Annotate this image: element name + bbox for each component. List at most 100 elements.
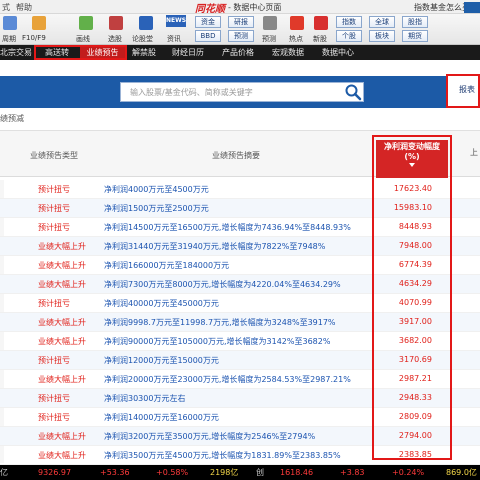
forecast-summary[interactable]: 净利润166000万元至184000万元 — [104, 260, 229, 271]
forecast-summary[interactable]: 净利润40000万元至45000万元 — [104, 298, 219, 309]
forecast-type: 预计扭亏 — [38, 204, 70, 213]
forum-icon[interactable] — [139, 16, 153, 30]
toolbar-stock-index[interactable]: 股指 — [402, 16, 428, 28]
forecast-summary[interactable]: 净利润4000万元至4500万元 — [104, 184, 209, 195]
search-input[interactable]: 输入股票/基金代码、简称或关键字 — [120, 82, 364, 102]
forecast-summary[interactable]: 净利润31440万元至31940万元,增长幅度为7822%至7948% — [104, 241, 325, 252]
stock-picker-icon[interactable] — [109, 16, 123, 30]
index2-value[interactable]: 1618.46 — [280, 465, 313, 480]
table-row[interactable]: 预计扭亏 净利润14500万元至16500万元,增长幅度为7436.94%至844… — [0, 218, 480, 237]
window-title: - 数据中心页面 — [228, 3, 282, 12]
menu-item-style[interactable]: 式 — [2, 2, 10, 13]
forecast-summary[interactable]: 净利润14500万元至16500万元,增长幅度为7436.94%至8448.93… — [104, 222, 351, 233]
net-profit-change: 3170.69 — [398, 355, 432, 364]
table-row[interactable]: 业绩大幅上升 净利润3200万元至3500万元,增长幅度为2546%至2794% 2… — [0, 427, 480, 446]
tab-unlock[interactable]: 解禁股 — [128, 45, 160, 60]
toolbar-f10[interactable]: F10/F9 — [22, 34, 46, 42]
toolbar-capital[interactable]: 资金 — [195, 16, 221, 28]
table-row[interactable]: 业绩大幅上升 净利润7300万元至8000万元,增长幅度为4220.04%至463… — [0, 275, 480, 294]
toolbar-draw[interactable]: 画线 — [76, 34, 90, 44]
title-bar: 式 帮助 同花顺 - 数据中心页面 指数基金怎么买? — [0, 0, 480, 15]
toolbar-new[interactable]: 新股 — [313, 34, 327, 44]
table-row[interactable]: 业绩大幅上升 净利润20000万元至23000万元,增长幅度为2584.53%至2… — [0, 370, 480, 389]
search-icon[interactable] — [344, 83, 362, 101]
menu-item-help[interactable]: 帮助 — [16, 2, 32, 13]
forecast-summary[interactable]: 净利润7300万元至8000万元,增长幅度为4220.04%至4634.29% — [104, 279, 341, 290]
header-summary[interactable]: 业绩预告摘要 — [212, 150, 260, 161]
forecast-type: 业绩大幅上升 — [38, 242, 86, 251]
sort-desc-icon — [409, 163, 415, 167]
table-row[interactable]: 预计扭亏 净利润4000万元至4500万元 17623.40 — [0, 180, 480, 199]
table-row[interactable]: 业绩大幅上升 净利润3500万元至4500万元,增长幅度为1831.89%至238… — [0, 446, 480, 465]
index1-value[interactable]: 9326.97 — [38, 465, 71, 480]
table-row[interactable]: 预计扭亏 净利润12000万元至15000万元 3170.69 — [0, 351, 480, 370]
header-extra[interactable]: 上 — [470, 147, 478, 158]
status-left: 亿 — [0, 468, 8, 477]
toolbar-index[interactable]: 指数 — [336, 16, 362, 28]
table-row[interactable]: 业绩大幅上升 净利润90000万元至105000万元,增长幅度为3142%至368… — [0, 332, 480, 351]
tab-bar: 北宗交易 高送转 业绩预告 解禁股 财经日历 产品价格 宏观数据 数据中心 — [0, 45, 480, 60]
header-change-unit: (%) — [404, 152, 420, 161]
report-button[interactable]: 报表 — [446, 74, 480, 108]
forecast-type: 业绩大幅上升 — [38, 337, 86, 346]
forecast-summary[interactable]: 净利润12000万元至15000万元 — [104, 355, 219, 366]
header-type[interactable]: 业绩预告类型 — [30, 150, 78, 161]
forecast-summary[interactable]: 净利润1500万元至2500万元 — [104, 203, 209, 214]
toolbar-global[interactable]: 全球 — [369, 16, 395, 28]
section-subtitle: 绩预减 — [0, 114, 24, 123]
forecast-summary[interactable]: 净利润3200万元至3500万元,增长幅度为2546%至2794% — [104, 431, 315, 442]
toolbar-futures[interactable]: 期货 — [402, 30, 428, 42]
forecast-summary[interactable]: 净利润3500万元至4500万元,增长幅度为1831.89%至2383.85% — [104, 450, 341, 461]
tab-prices[interactable]: 产品价格 — [216, 45, 260, 60]
net-profit-change: 8448.93 — [398, 222, 432, 231]
tab-macro[interactable]: 宏观数据 — [266, 45, 310, 60]
net-profit-change: 7948.00 — [398, 241, 432, 250]
index2-amount: 869.0亿 — [446, 468, 477, 477]
pe-icon[interactable] — [263, 16, 277, 30]
forecast-type: 业绩大幅上升 — [38, 261, 86, 270]
net-profit-change: 4070.99 — [398, 298, 432, 307]
toolbar-forum[interactable]: 论股堂 — [132, 34, 153, 44]
forecast-summary[interactable]: 净利润14000万元至16000万元 — [104, 412, 219, 423]
forecast-summary[interactable]: 净利润20000万元至23000万元,增长幅度为2584.53%至2987.21… — [104, 374, 351, 385]
forecast-type: 业绩大幅上升 — [38, 318, 86, 327]
forecast-summary[interactable]: 净利润9998.7万元至11998.7万元,增长幅度为3248%至3917% — [104, 317, 336, 328]
window-control-icon[interactable] — [464, 2, 480, 13]
hot-icon[interactable] — [290, 16, 304, 30]
spacer — [0, 60, 480, 76]
header-net-profit-change[interactable]: 净利润变动幅度 (%) — [376, 140, 448, 178]
toolbar-research[interactable]: 研报 — [228, 16, 254, 28]
toolbar-forecast2[interactable]: 预测 — [262, 34, 276, 44]
table-row[interactable]: 预计扭亏 净利润30300万元左右 2948.33 — [0, 389, 480, 408]
f10-icon[interactable] — [32, 16, 46, 30]
search-placeholder: 输入股票/基金代码、简称或关键字 — [130, 88, 253, 97]
news-icon[interactable]: NEWS — [166, 15, 186, 27]
table-row[interactable]: 预计扭亏 净利润40000万元至45000万元 4070.99 — [0, 294, 480, 313]
toolbar-hot[interactable]: 热点 — [289, 34, 303, 44]
tab-north[interactable]: 北宗交易 — [0, 45, 32, 60]
status-bar: 亿 9326.97 +53.36 +0.58% 2198亿 创 1618.46 … — [0, 465, 480, 480]
forecast-summary[interactable]: 净利润90000万元至105000万元,增长幅度为3142%至3682% — [104, 336, 330, 347]
toolbar-bbd[interactable]: BBD — [195, 30, 221, 42]
net-profit-change: 17623.40 — [393, 184, 432, 193]
toolbar-forecast[interactable]: 预测 — [228, 30, 254, 42]
forecast-summary[interactable]: 净利润30300万元左右 — [104, 393, 185, 404]
net-profit-change: 6774.39 — [398, 260, 432, 269]
new-stock-icon[interactable] — [314, 16, 328, 30]
tab-data-center[interactable]: 数据中心 — [316, 45, 360, 60]
draw-line-icon[interactable] — [79, 16, 93, 30]
period-icon[interactable] — [3, 16, 17, 30]
toolbar-single[interactable]: 个股 — [336, 30, 362, 42]
app-logo: 同花顺 — [195, 4, 225, 15]
tab-calendar[interactable]: 财经日历 — [166, 45, 210, 60]
table-row[interactable]: 预计扭亏 净利润14000万元至16000万元 2809.09 — [0, 408, 480, 427]
table-row[interactable]: 业绩大幅上升 净利润9998.7万元至11998.7万元,增长幅度为3248%至3… — [0, 313, 480, 332]
toolbar-period[interactable]: 周期 — [2, 34, 16, 44]
toolbar-pick[interactable]: 选股 — [108, 34, 122, 44]
net-profit-change: 2987.21 — [398, 374, 432, 383]
table-row[interactable]: 业绩大幅上升 净利润166000万元至184000万元 6774.39 — [0, 256, 480, 275]
toolbar-news[interactable]: 资讯 — [167, 34, 181, 44]
table-row[interactable]: 业绩大幅上升 净利润31440万元至31940万元,增长幅度为7822%至7948… — [0, 237, 480, 256]
toolbar-sector[interactable]: 板块 — [369, 30, 395, 42]
table-row[interactable]: 预计扭亏 净利润1500万元至2500万元 15983.10 — [0, 199, 480, 218]
